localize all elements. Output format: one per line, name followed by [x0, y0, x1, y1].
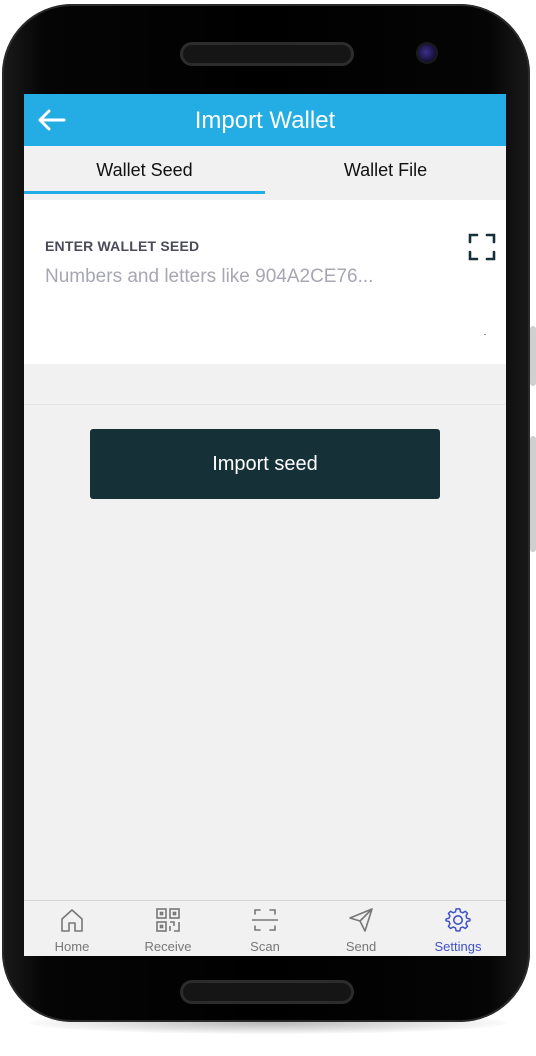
nav-send[interactable]: Send [313, 901, 409, 956]
wallet-seed-input[interactable] [45, 262, 445, 292]
page-title: Import Wallet [194, 107, 336, 134]
divider-dot [484, 334, 486, 335]
app-bar: Import Wallet [24, 94, 506, 146]
nav-receive[interactable]: Receive [120, 901, 216, 956]
bottom-navigation: Home Receive Scan Send Settings [24, 900, 506, 956]
nav-scan[interactable]: Scan [217, 901, 313, 956]
volume-button [530, 326, 536, 386]
nav-scan-label: Scan [250, 939, 280, 954]
scan-qr-icon[interactable] [467, 232, 497, 262]
nav-home-label: Home [54, 939, 90, 954]
app-screen: Import Wallet Wallet Seed Wallet File EN… [24, 94, 506, 956]
qr-code-icon [156, 908, 180, 932]
top-speaker [180, 42, 354, 66]
tab-wallet-seed[interactable]: Wallet Seed [24, 146, 265, 194]
section-divider [24, 404, 506, 405]
tab-bar: Wallet Seed Wallet File [24, 146, 506, 194]
tab-wallet-file[interactable]: Wallet File [265, 146, 506, 194]
seed-field-label: ENTER WALLET SEED [45, 238, 200, 254]
gear-icon [445, 908, 471, 932]
nav-receive-label: Receive [144, 939, 192, 954]
seed-input-card: ENTER WALLET SEED [24, 200, 506, 364]
nav-settings-label: Settings [434, 939, 482, 954]
power-button [530, 436, 536, 552]
front-camera [418, 44, 436, 62]
active-tab-indicator [24, 191, 265, 194]
nav-send-label: Send [345, 939, 377, 954]
nav-settings[interactable]: Settings [410, 901, 506, 956]
import-seed-button[interactable]: Import seed [90, 429, 440, 499]
send-icon [349, 908, 373, 932]
scan-icon [252, 909, 278, 931]
nav-home[interactable]: Home [24, 901, 120, 956]
home-icon [61, 909, 83, 932]
bottom-speaker [180, 980, 354, 1004]
